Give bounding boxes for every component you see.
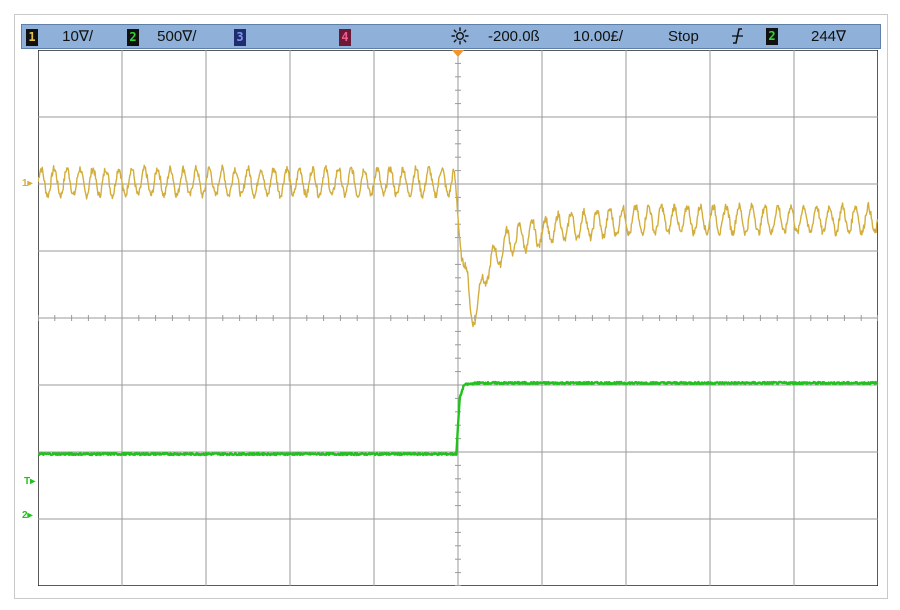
ch1-scale: 10∇/ <box>62 28 94 45</box>
time-position[interactable]: -200.0ß <box>488 28 540 45</box>
ch3-group[interactable]: 3 <box>234 28 246 46</box>
time-scale[interactable]: 10.00£/ <box>573 28 623 45</box>
ch2-group[interactable]: 2 500∇/ <box>127 28 196 46</box>
ch4-group[interactable]: 4 <box>339 28 351 46</box>
ch4-badge: 4 <box>339 29 351 46</box>
sun-icon[interactable] <box>451 27 469 49</box>
ch1-badge: 1 <box>26 29 38 46</box>
trigger-slope-icon[interactable] <box>730 27 744 49</box>
ch2-scale: 500∇/ <box>157 28 197 45</box>
ch1-ground-marker: 1▸ <box>22 178 33 189</box>
status-bar: 1 10∇/ 2 500∇/ 3 4 -200.0ß 10.00£/ Stop … <box>21 24 881 49</box>
waveform-display[interactable] <box>38 50 878 586</box>
trigger-level-marker: T▸ <box>24 476 36 487</box>
ch1-group[interactable]: 1 10∇/ <box>26 28 93 46</box>
trigger-source-badge[interactable]: 2 <box>766 28 778 45</box>
trigger-level[interactable]: 244∇ <box>811 28 846 45</box>
run-state[interactable]: Stop <box>668 28 699 45</box>
ch2-ground-marker: 2▸ <box>22 510 33 521</box>
ch3-badge: 3 <box>234 29 246 46</box>
ch2-badge: 2 <box>127 29 139 46</box>
